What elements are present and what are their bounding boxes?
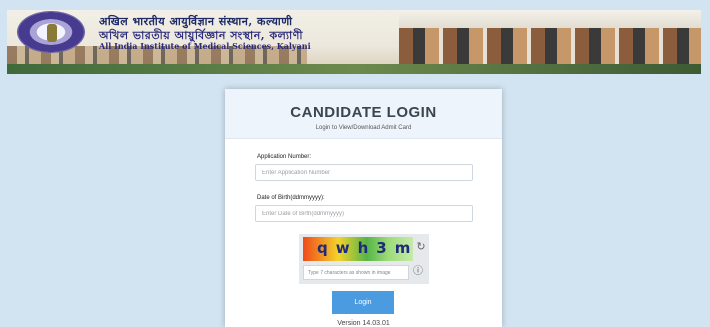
application-number-label: Application Number:: [257, 154, 312, 160]
captcha-text: qwh3m: [317, 239, 419, 257]
header-banner: अखिल भारतीय आयुर्विज्ञान संस्थान, कल्याण…: [7, 10, 701, 74]
application-number-input[interactable]: [255, 164, 473, 181]
refresh-icon[interactable]: ↻: [414, 240, 428, 254]
dob-input[interactable]: [255, 205, 473, 222]
version-text: Version 14.03.01: [337, 320, 390, 327]
login-button[interactable]: Login: [332, 291, 394, 314]
login-card: CANDIDATE LOGIN Login to View/Download A…: [225, 89, 502, 327]
captcha-image: qwh3m: [303, 237, 413, 261]
help-icon[interactable]: ⓘ: [411, 265, 425, 279]
dob-label: Date of Birth(ddmmyyyy):: [257, 195, 325, 201]
login-title: CANDIDATE LOGIN: [290, 104, 437, 121]
aiims-emblem-icon: [17, 11, 85, 53]
login-card-header: CANDIDATE LOGIN Login to View/Download A…: [225, 89, 502, 139]
login-subtitle: Login to View/Download Admit Card: [315, 125, 412, 131]
banner-grass: [7, 64, 701, 74]
captcha-box: qwh3m ↻ ⓘ: [299, 234, 429, 284]
banner-english-title: All India Institute of Medical Sciences,…: [99, 41, 311, 51]
captcha-input[interactable]: [303, 265, 409, 280]
